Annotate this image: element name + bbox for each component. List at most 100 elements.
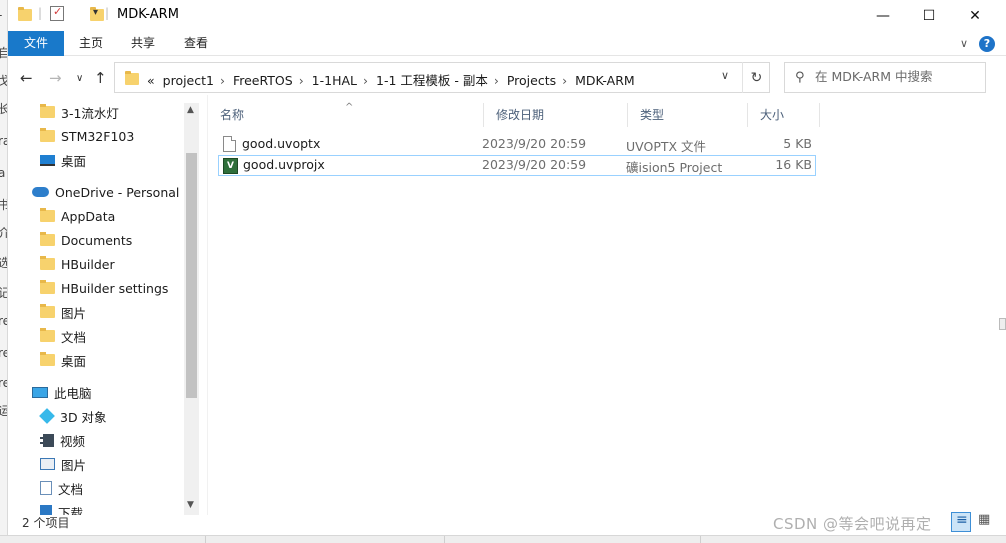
folder-icon — [125, 71, 139, 85]
file-size: 5 KB — [783, 136, 812, 151]
uvision-project-icon: V — [223, 158, 238, 174]
customize-quick-access-icon[interactable]: ▾ — [93, 7, 98, 18]
help-icon[interactable]: ? — [979, 36, 995, 52]
tab-share[interactable]: 共享 — [122, 31, 164, 56]
folder-icon — [40, 104, 55, 118]
breadcrumb-item[interactable]: project1 — [163, 73, 214, 88]
videos-icon — [40, 433, 54, 447]
nav-item-label: HBuilder settings — [61, 280, 169, 296]
nav-item-label: 视频 — [60, 433, 86, 449]
nav-item-pictures[interactable]: 图片 — [40, 452, 200, 476]
folder-icon — [40, 328, 55, 342]
nav-item-onedrive-desktop[interactable]: 桌面 — [40, 348, 200, 372]
search-box[interactable]: ⚲ — [784, 62, 986, 93]
nav-item-label: 图片 — [61, 305, 87, 321]
scrollbar-thumb[interactable] — [186, 153, 197, 398]
nav-item-onedrive-pictures[interactable]: 图片 — [40, 300, 200, 324]
file-name: good.uvoptx — [242, 136, 321, 151]
address-history-dropdown-icon[interactable]: ∨ — [721, 69, 729, 82]
folder-icon — [40, 304, 55, 318]
maximize-button[interactable]: ☐ — [906, 0, 952, 31]
recent-locations-chevron-icon[interactable]: ∨ — [76, 73, 83, 84]
nav-pane-scrollbar[interactable]: ▲ ▼ — [184, 103, 199, 515]
title-bar: | ✓ ▾ | MDK-ARM — ☐ ✕ — [8, 0, 1006, 31]
tab-home[interactable]: 主页 — [70, 31, 112, 56]
nav-item-hbuilder-settings[interactable]: HBuilder settings — [40, 276, 200, 300]
nav-item-label: 文档 — [58, 481, 84, 497]
forward-arrow-icon[interactable]: → — [49, 69, 62, 87]
window-title: MDK-ARM — [117, 7, 179, 22]
status-item-count: 2 个项目 — [22, 516, 70, 530]
search-input[interactable] — [815, 69, 975, 84]
column-header-type[interactable]: 类型 — [628, 103, 748, 127]
nav-item-3d-objects[interactable]: 3D 对象 — [39, 404, 200, 428]
nav-item-stm32f103[interactable]: STM32F103 — [40, 124, 200, 148]
column-headers: ^ 名称 修改日期 类型 大小 — [208, 102, 820, 127]
nav-item-label: 文档 — [61, 329, 87, 345]
pane-divider[interactable] — [207, 95, 208, 515]
nav-item-appdata[interactable]: AppData — [40, 204, 200, 228]
nav-item-documents[interactable]: Documents — [40, 228, 200, 252]
this-pc-icon — [32, 386, 48, 398]
nav-item-this-pc[interactable]: 此电脑 — [32, 380, 200, 404]
up-arrow-icon[interactable]: ↑ — [94, 69, 107, 87]
pictures-icon — [40, 458, 55, 470]
separator: | — [105, 6, 110, 20]
background-taskbar-edge — [0, 535, 1006, 543]
breadcrumb-item[interactable]: FreeRTOS — [233, 73, 293, 88]
details-view-button[interactable] — [951, 512, 971, 532]
nav-item-3-1-led[interactable]: 3-1流水灯 — [40, 100, 200, 124]
chevron-right-icon[interactable]: › — [299, 73, 304, 88]
breadcrumb-item[interactable]: Projects — [507, 73, 556, 88]
scroll-down-icon[interactable]: ▼ — [187, 500, 194, 510]
nav-item-label: OneDrive - Personal — [55, 184, 180, 200]
column-header-size[interactable]: 大小 — [748, 103, 820, 127]
breadcrumb-item-current[interactable]: MDK-ARM — [575, 73, 635, 88]
large-icons-view-button[interactable] — [975, 512, 995, 532]
column-header-name[interactable]: ^ 名称 — [208, 102, 484, 127]
breadcrumb: « project1 › FreeRTOS › 1-1HAL › 1-1 工程模板 -… — [147, 70, 639, 89]
separator: | — [38, 6, 43, 20]
file-row-selected[interactable]: V good.uvprojx 2023/9/20 20:59 礦ision5 P… — [218, 155, 816, 176]
nav-item-videos[interactable]: 视频 — [40, 428, 200, 452]
3d-objects-icon — [39, 408, 55, 424]
nav-item-label: 此电脑 — [54, 385, 92, 401]
nav-item-documents-pc[interactable]: 文档 — [40, 476, 200, 500]
scroll-up-icon[interactable]: ▲ — [187, 105, 194, 115]
expand-ribbon-chevron-icon[interactable]: ∨ — [956, 31, 972, 56]
folder-icon — [40, 128, 55, 142]
back-arrow-icon[interactable]: ← — [20, 69, 33, 87]
refresh-icon[interactable]: ↻ — [742, 62, 770, 93]
column-header-date[interactable]: 修改日期 — [484, 103, 628, 127]
nav-item-hbuilder[interactable]: HBuilder — [40, 252, 200, 276]
nav-item-label: 桌面 — [61, 153, 87, 169]
chevron-right-icon[interactable]: › — [220, 73, 225, 88]
folder-icon — [40, 352, 55, 366]
file-size: 16 KB — [775, 157, 812, 172]
nav-item-label: HBuilder — [61, 256, 115, 272]
breadcrumb-item[interactable]: 1-1 工程模板 - 副本 — [376, 73, 488, 88]
nav-item-label: 3-1流水灯 — [61, 105, 119, 121]
nav-item-onedrive[interactable]: OneDrive - Personal — [32, 180, 200, 204]
nav-item-desktop[interactable]: 桌面 — [40, 148, 200, 172]
explorer-window: | ✓ ▾ | MDK-ARM — ☐ ✕ 文件 主页 共享 查看 ∨ ? ← … — [8, 0, 1006, 535]
chevron-right-icon[interactable]: › — [562, 73, 567, 88]
minimize-button[interactable]: — — [860, 0, 906, 31]
close-button[interactable]: ✕ — [952, 0, 998, 31]
breadcrumb-item[interactable]: 1-1HAL — [312, 73, 357, 88]
nav-item-downloads[interactable]: 下载 — [40, 500, 200, 515]
sort-ascending-icon: ^ — [345, 102, 354, 113]
resize-grip[interactable] — [999, 318, 1006, 330]
nav-item-onedrive-docs[interactable]: 文档 — [40, 324, 200, 348]
watermark: CSDN @等会吧说再定 — [773, 515, 932, 533]
tab-view[interactable]: 查看 — [175, 31, 217, 56]
tab-file[interactable]: 文件 — [8, 31, 64, 56]
file-row[interactable]: good.uvoptx 2023/9/20 20:59 UVOPTX 文件 5 … — [218, 134, 816, 155]
address-bar[interactable]: « project1 › FreeRTOS › 1-1HAL › 1-1 工程模板 -… — [114, 62, 770, 93]
properties-check-icon[interactable]: ✓ — [50, 5, 64, 21]
chevron-right-icon[interactable]: › — [363, 73, 368, 88]
chevron-right-icon[interactable]: › — [494, 73, 499, 88]
nav-item-label: 3D 对象 — [60, 409, 107, 425]
breadcrumb-overflow[interactable]: « — [147, 73, 155, 88]
ribbon-tabs: 文件 主页 共享 查看 ∨ ? — [8, 31, 1006, 56]
